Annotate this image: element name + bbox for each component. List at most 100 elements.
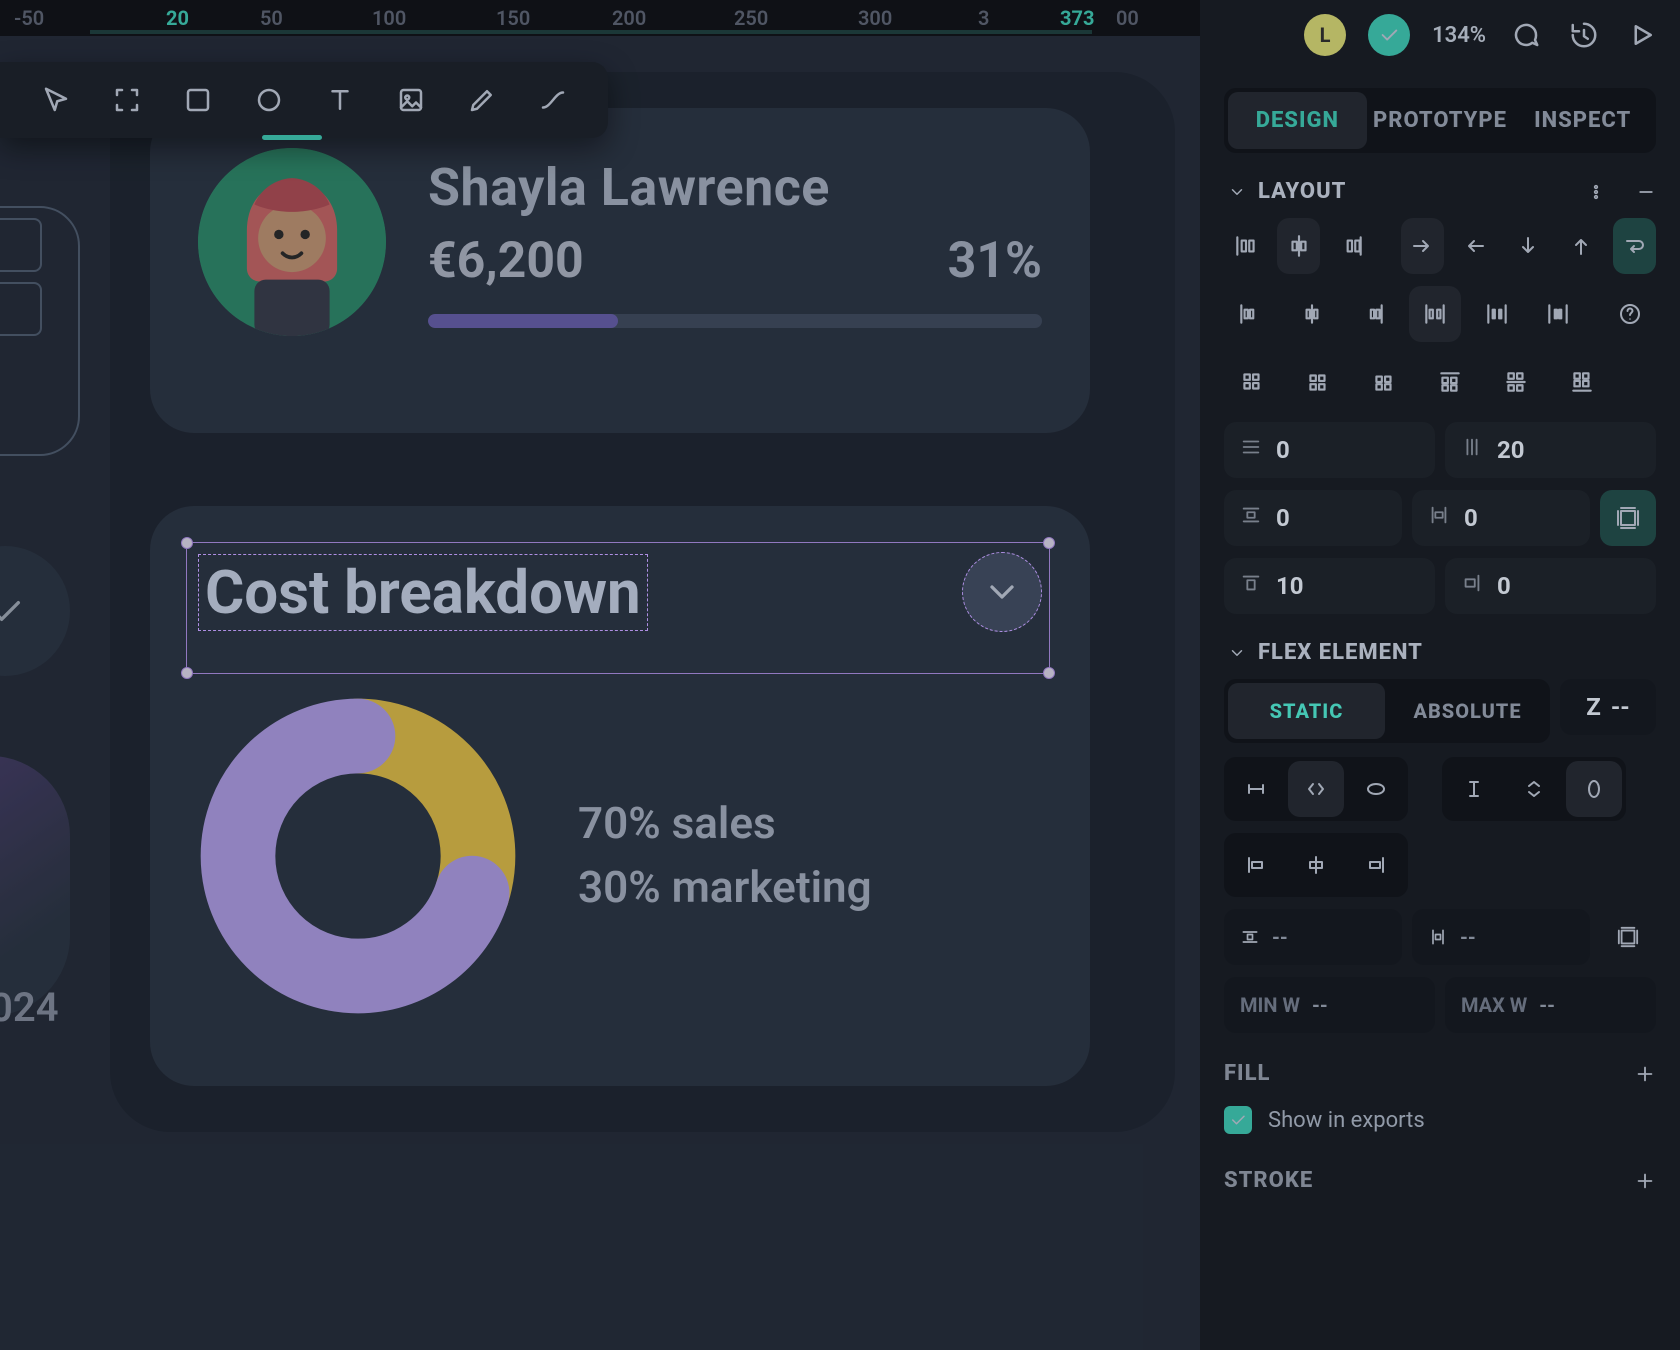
justify-start[interactable] <box>1224 286 1276 342</box>
pad-right-input[interactable]: 0 <box>1445 558 1656 614</box>
dim-b[interactable]: -- <box>1412 909 1590 965</box>
v-fill[interactable] <box>1506 761 1562 817</box>
rectangle-tool[interactable] <box>176 76 219 124</box>
h-hug[interactable] <box>1348 761 1404 817</box>
tab-inspect[interactable]: INSPECT <box>1513 92 1652 149</box>
dropdown-button[interactable] <box>962 552 1042 632</box>
ghost-circle <box>0 546 70 676</box>
direction-right[interactable] <box>1401 218 1444 274</box>
ellipse-tool[interactable] <box>247 76 290 124</box>
dim-a[interactable]: -- <box>1224 909 1402 965</box>
direction-left[interactable] <box>1454 218 1497 274</box>
pad-v-input[interactable]: 0 <box>1224 490 1402 546</box>
v-hug[interactable] <box>1566 761 1622 817</box>
play-icon[interactable] <box>1624 17 1660 53</box>
status-check-badge[interactable] <box>1368 14 1410 56</box>
h-fixed[interactable] <box>1228 761 1284 817</box>
stroke-label[interactable]: STROKE <box>1224 1168 1313 1193</box>
cost-breakdown-card[interactable]: Cost breakdown 70% sales 30% marketing <box>150 506 1090 1086</box>
zoom-level[interactable]: 134% <box>1432 23 1486 48</box>
v-fixed[interactable] <box>1446 761 1502 817</box>
row-gap-input[interactable]: 0 <box>1224 422 1435 478</box>
more-icon[interactable] <box>1586 182 1606 202</box>
check-icon <box>1378 24 1400 46</box>
justify-space-evenly[interactable] <box>1533 286 1585 342</box>
profile-card[interactable]: Shayla Lawrence €6,200 31% <box>150 108 1090 433</box>
wrap-toggle[interactable] <box>1613 218 1656 274</box>
selection-handle-tr[interactable] <box>1043 537 1055 549</box>
justify-center[interactable] <box>1286 286 1338 342</box>
ghost-panel <box>0 206 80 456</box>
history-icon[interactable] <box>1566 17 1602 53</box>
frame-tool[interactable] <box>105 76 148 124</box>
z-index-input[interactable]: Z -- <box>1560 679 1656 735</box>
minw-label: MIN W <box>1240 993 1300 1017</box>
collapse-icon[interactable] <box>1636 182 1656 202</box>
chevron-down-icon <box>1228 644 1246 662</box>
pad-h-input[interactable]: 0 <box>1412 490 1590 546</box>
curve-tool[interactable] <box>531 76 574 124</box>
max-w[interactable]: MAX W -- <box>1445 977 1656 1033</box>
show-in-exports-checkbox[interactable] <box>1224 1106 1252 1134</box>
section-flex-head[interactable]: FLEX ELEMENT <box>1228 640 1656 665</box>
text-tool[interactable] <box>318 76 361 124</box>
avatar-illustration <box>198 148 386 336</box>
pad-top-input[interactable]: 10 <box>1224 558 1435 614</box>
align-start-v[interactable] <box>1224 218 1267 274</box>
select-tool[interactable] <box>34 76 77 124</box>
selection-handle-tl[interactable] <box>181 537 193 549</box>
pad-top-icon <box>1240 572 1262 600</box>
show-in-exports-row[interactable]: Show in exports <box>1224 1106 1656 1134</box>
min-w[interactable]: MIN W -- <box>1224 977 1435 1033</box>
ruler-mark: 100 <box>372 6 406 30</box>
cost-title[interactable]: Cost breakdown <box>198 554 648 631</box>
add-fill-icon[interactable] <box>1634 1063 1656 1085</box>
aligncontent-4[interactable] <box>1422 354 1478 410</box>
image-tool[interactable] <box>389 76 432 124</box>
direction-up[interactable] <box>1560 218 1603 274</box>
position-absolute[interactable]: ABSOLUTE <box>1389 683 1546 739</box>
align-end-v[interactable] <box>1330 218 1373 274</box>
direction-down[interactable] <box>1507 218 1550 274</box>
add-stroke-icon[interactable] <box>1634 1170 1656 1192</box>
aligncontent-6[interactable] <box>1554 354 1610 410</box>
cost-donut-chart <box>198 696 518 1016</box>
aligncontent-1[interactable] <box>1224 354 1280 410</box>
help-icon[interactable] <box>1604 286 1656 342</box>
profile-name: Shayla Lawrence <box>428 157 1042 218</box>
justify-space-around[interactable] <box>1471 286 1523 342</box>
check-icon <box>1229 1111 1247 1129</box>
align-center-v[interactable] <box>1277 218 1320 274</box>
pen-tool[interactable] <box>460 76 503 124</box>
justify-space-between[interactable] <box>1409 286 1461 342</box>
selfalign-end[interactable] <box>1348 837 1404 893</box>
aligncontent-5[interactable] <box>1488 354 1544 410</box>
independent-padding-toggle[interactable] <box>1600 490 1656 546</box>
pad-top-value: 10 <box>1276 572 1304 600</box>
selfalign-center[interactable] <box>1288 837 1344 893</box>
h-fill[interactable] <box>1288 761 1344 817</box>
selection-handle-bl[interactable] <box>181 667 193 679</box>
ghost-year-text: 024 <box>0 984 59 1031</box>
col-gap-icon <box>1461 436 1483 464</box>
ruler-mark: 300 <box>858 6 892 30</box>
aligncontent-3[interactable] <box>1356 354 1412 410</box>
justify-end[interactable] <box>1347 286 1399 342</box>
legend-sales: 70% sales <box>578 792 872 856</box>
selfalign-start[interactable] <box>1228 837 1284 893</box>
section-layout-head[interactable]: LAYOUT <box>1228 179 1656 204</box>
panel-tabs: DESIGN PROTOTYPE INSPECT <box>1224 88 1656 153</box>
user-avatar[interactable]: L <box>1304 14 1346 56</box>
col-gap-value: 20 <box>1497 436 1525 464</box>
selection-handle-br[interactable] <box>1043 667 1055 679</box>
fill-label[interactable]: FILL <box>1224 1061 1270 1086</box>
aligncontent-2[interactable] <box>1290 354 1346 410</box>
col-gap-input[interactable]: 20 <box>1445 422 1656 478</box>
profile-progress-fill <box>428 314 618 328</box>
comments-icon[interactable] <box>1508 17 1544 53</box>
link-margins-toggle[interactable] <box>1600 909 1656 965</box>
tab-design[interactable]: DESIGN <box>1228 92 1367 149</box>
pad-v-value: 0 <box>1276 504 1290 532</box>
tab-prototype[interactable]: PROTOTYPE <box>1371 92 1510 149</box>
position-static[interactable]: STATIC <box>1228 683 1385 739</box>
